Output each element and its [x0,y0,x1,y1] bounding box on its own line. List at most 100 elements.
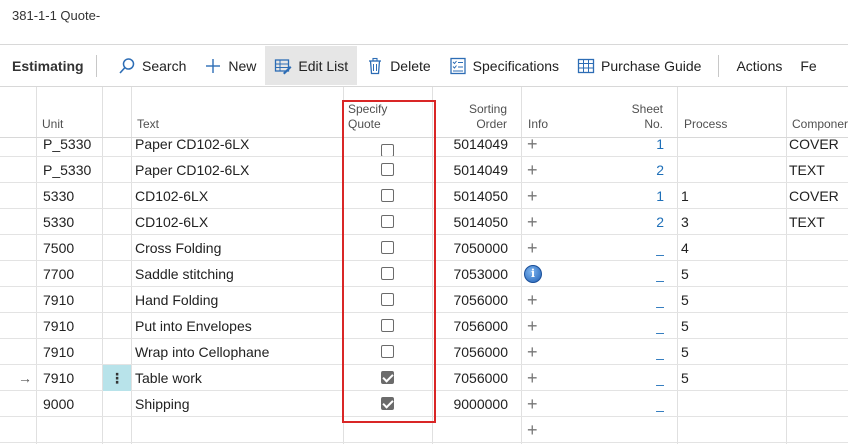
new-button[interactable]: New [195,46,265,85]
process-cell[interactable]: 1 [681,183,781,209]
specify-quote-checkbox[interactable] [381,293,394,306]
column-header-text[interactable]: Text [137,117,159,132]
text-cell[interactable]: Paper CD102-6LX [135,138,341,156]
column-header-sheet-no[interactable]: Sheet No. [600,102,663,132]
unit-cell[interactable]: P_5330 [43,138,101,156]
unit-cell[interactable]: 7910 [43,313,101,339]
component-cell[interactable] [789,235,848,261]
sorting-order-cell[interactable]: 7056000 [436,313,508,339]
unit-cell[interactable]: 7910 [43,365,101,391]
sorting-order-cell[interactable]: 9000000 [436,391,508,417]
add-info-icon[interactable]: + [527,209,543,235]
process-cell[interactable]: 3 [681,209,781,235]
text-cell[interactable]: Shipping [135,391,341,417]
sorting-order-cell[interactable]: 5014049 [436,138,508,156]
add-info-icon[interactable]: + [527,287,543,313]
sorting-order-cell[interactable]: 5014050 [436,209,508,235]
text-cell[interactable]: Cross Folding [135,235,341,261]
table-row[interactable]: 7910 Wrap into Cellophane 7056000 + _ 5 [0,339,848,365]
sheet-no-cell[interactable]: _ [600,287,664,313]
sorting-order-cell[interactable]: 7056000 [436,365,508,391]
table-row[interactable]: P_5330 Paper CD102-6LX 5014049 +2 TEXT [0,157,848,183]
column-header-component[interactable]: Componer [792,117,848,132]
column-header-sorting-order[interactable]: Sorting Order [436,102,507,132]
add-info-icon[interactable]: + [527,313,543,339]
text-cell[interactable]: Paper CD102-6LX [135,157,341,183]
component-cell[interactable] [789,391,848,417]
add-info-icon[interactable]: + [527,183,543,209]
component-cell[interactable] [789,261,848,287]
component-cell[interactable]: COVER [789,183,848,209]
add-info-icon[interactable]: + [527,235,543,261]
add-info-icon[interactable]: + [527,365,543,391]
specify-quote-checkbox[interactable] [381,163,394,176]
text-cell[interactable]: CD102-6LX [135,183,341,209]
text-cell[interactable]: Put into Envelopes [135,313,341,339]
process-cell[interactable]: 5 [681,313,781,339]
table-row[interactable]: 7500 Cross Folding 7050000 + _ 4 [0,235,848,261]
process-cell[interactable] [681,157,781,183]
component-cell[interactable] [789,313,848,339]
delete-button[interactable]: Delete [357,46,439,85]
specify-quote-checkbox[interactable] [381,144,394,156]
text-cell[interactable]: Table work [135,365,341,391]
table-row[interactable]: 5330 CD102-6LX 5014050 +2 3 TEXT [0,209,848,235]
process-cell[interactable] [681,391,781,417]
sheet-no-cell[interactable] [600,417,664,443]
specify-quote-checkbox[interactable] [381,397,394,410]
specify-quote-checkbox[interactable] [381,345,394,358]
specify-quote-checkbox[interactable] [381,189,394,202]
sorting-order-cell[interactable] [436,417,508,443]
unit-cell[interactable]: P_5330 [43,157,101,183]
specify-quote-checkbox[interactable] [381,319,394,332]
purchase-guide-button[interactable]: Purchase Guide [568,46,710,85]
sheet-no-cell[interactable]: _ [600,365,664,391]
unit-cell[interactable]: 5330 [43,209,101,235]
text-cell[interactable]: Saddle stitching [135,261,341,287]
component-cell[interactable]: TEXT [789,157,848,183]
sheet-no-cell[interactable]: 1 [600,138,664,156]
component-cell[interactable] [789,417,848,443]
specify-quote-checkbox[interactable] [381,371,394,384]
process-cell[interactable]: 5 [681,339,781,365]
process-cell[interactable] [681,138,781,156]
add-info-icon[interactable]: + [527,417,543,443]
text-cell[interactable]: Hand Folding [135,287,341,313]
unit-cell[interactable]: 7500 [43,235,101,261]
sheet-no-cell[interactable]: _ [600,235,664,261]
more-menu-button[interactable]: Fe [791,46,816,85]
table-row[interactable]: P_5330 Paper CD102-6LX 5014049 +1 COVER [0,138,848,157]
unit-cell[interactable] [43,417,101,443]
component-cell[interactable]: COVER [789,138,848,156]
sheet-no-cell[interactable]: _ [600,313,664,339]
component-cell[interactable] [789,339,848,365]
add-info-icon[interactable]: + [527,339,543,365]
sorting-order-cell[interactable]: 7056000 [436,339,508,365]
table-row[interactable]: 7910 Hand Folding 7056000 + _ 5 [0,287,848,313]
sheet-no-cell[interactable]: _ [600,339,664,365]
table-row[interactable]: 5330 CD102-6LX 5014050 +1 1 COVER [0,183,848,209]
edit-list-button[interactable]: Edit List [265,46,358,85]
sheet-no-cell[interactable]: 2 [600,157,664,183]
text-cell[interactable]: CD102-6LX [135,209,341,235]
sheet-no-cell[interactable]: 2 [600,209,664,235]
row-actions-menu-button[interactable]: ⋮ [103,365,131,391]
actions-menu-button[interactable]: Actions [727,46,791,85]
component-cell[interactable]: TEXT [789,209,848,235]
process-cell[interactable]: 5 [681,261,781,287]
table-row[interactable]: 7700 Saddle stitching 7053000 i _ 5 [0,261,848,287]
sorting-order-cell[interactable]: 5014050 [436,183,508,209]
sorting-order-cell[interactable]: 5014049 [436,157,508,183]
sheet-no-cell[interactable]: 1 [600,183,664,209]
specify-quote-checkbox[interactable] [381,241,394,254]
process-cell[interactable]: 4 [681,235,781,261]
specify-quote-checkbox[interactable] [381,215,394,228]
unit-cell[interactable]: 7910 [43,287,101,313]
specifications-button[interactable]: Specifications [440,46,568,85]
component-cell[interactable] [789,287,848,313]
column-header-unit[interactable]: Unit [42,117,63,132]
add-info-icon[interactable]: + [527,391,543,417]
component-cell[interactable] [789,365,848,391]
specify-quote-checkbox[interactable] [381,267,394,280]
sorting-order-cell[interactable]: 7056000 [436,287,508,313]
